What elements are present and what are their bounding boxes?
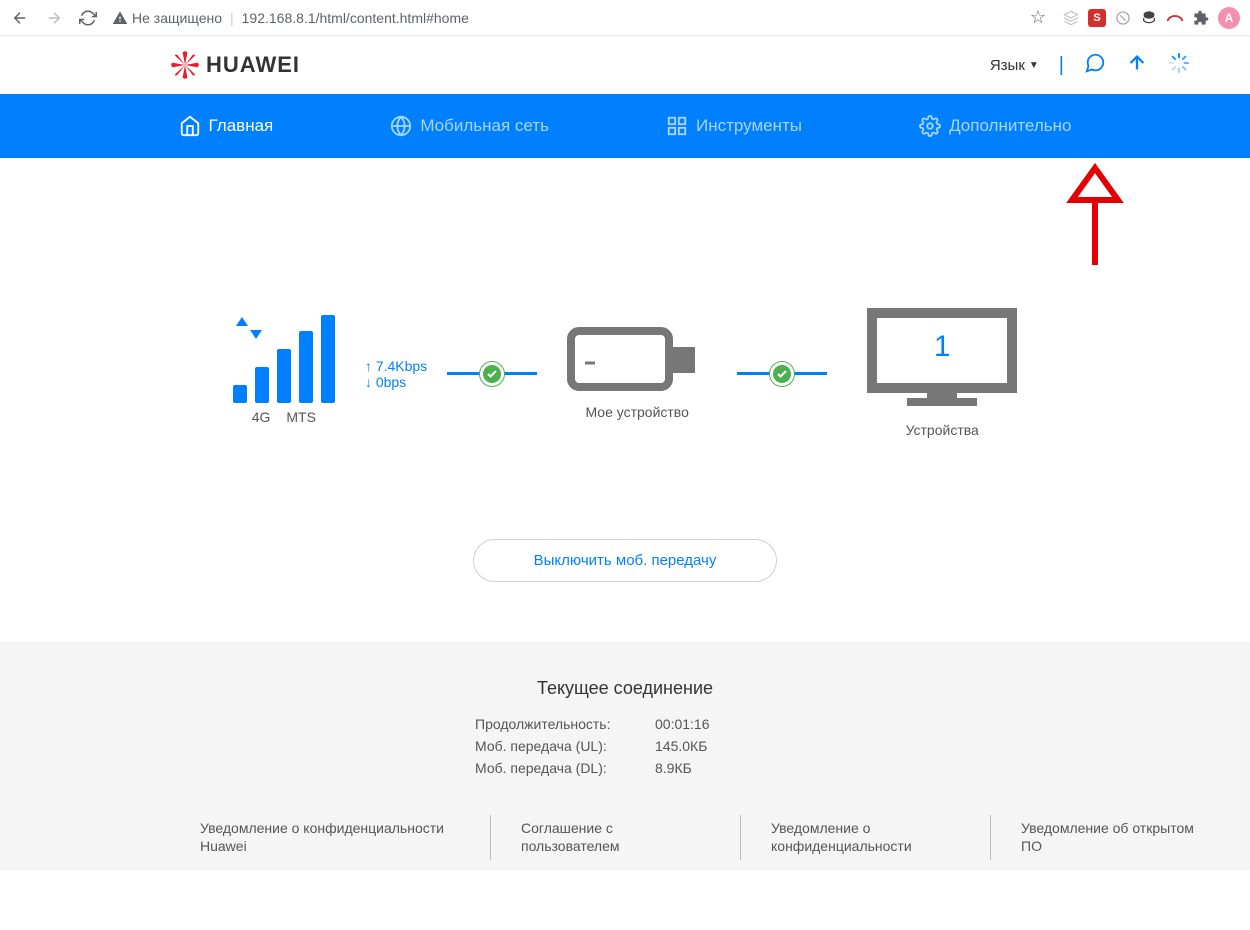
dl-label: Моб. передача (DL): [475,760,655,776]
router-icon [567,327,707,397]
device-count: 1 [867,330,1017,364]
brand-logo: HUAWEI [170,50,300,80]
footer-privacy[interactable]: Уведомление о конфиденциальности Huawei [200,815,490,859]
dl-value: 8.9КБ [655,760,692,776]
connection-title: Текущее соединение [537,678,713,699]
download-arrow-icon: ↓ [365,374,372,390]
loading-icon [1168,52,1190,79]
footer-opensource[interactable]: Уведомление об открытом ПО [990,815,1240,859]
footer: Уведомление о конфиденциальности Huawei … [0,805,1250,869]
gear-icon [919,115,941,137]
chat-icon[interactable] [1084,52,1106,79]
browser-chrome: Не защищено | 192.168.8.1/html/content.h… [0,0,1250,36]
check-icon [770,362,794,386]
update-icon[interactable] [1126,52,1148,79]
nav-mobile-label: Мобильная сеть [420,116,549,136]
not-secure-warning: Не защищено [112,10,222,26]
brand-name: HUAWEI [206,52,300,78]
ext-icon-1[interactable] [1062,9,1080,27]
ext-icon-4[interactable] [1140,9,1158,27]
upload-arrow-icon: ↑ [365,358,372,374]
url-text: 192.168.8.1/html/content.html#home [242,10,469,26]
nav-advanced[interactable]: Дополнительно [919,115,1071,137]
star-icon[interactable]: ☆ [1028,8,1048,28]
dashboard: 4G MTS ↑7.4Kbps ↓0bps Мое устройство [0,158,1250,642]
forward-icon[interactable] [44,8,64,28]
separator: | [1059,54,1064,77]
devices-label: Устройства [906,421,979,439]
network-type: 4G [252,409,271,425]
signal-block: 4G MTS [233,323,335,425]
ext-icon-2[interactable]: S [1088,9,1106,27]
ext-icon-5[interactable] [1166,9,1184,27]
device-label: Мое устройство [585,403,688,421]
nav-advanced-label: Дополнительно [949,116,1071,136]
url-bar[interactable]: Не защищено | 192.168.8.1/html/content.h… [112,10,1014,26]
download-speed: 0bps [376,374,406,390]
grid-icon [666,115,688,137]
devices-block[interactable]: 1 Устройства [867,308,1017,439]
app-header: HUAWEI Язык ▼ | [0,36,1250,94]
connection-line-1 [447,372,537,375]
ext-icon-3[interactable] [1114,9,1132,27]
nav-tools[interactable]: Инструменты [666,115,802,137]
huawei-logo-icon [170,50,200,80]
nav-home-label: Главная [209,116,274,136]
check-icon [480,362,504,386]
operator-name: MTS [286,409,316,425]
upload-speed: 7.4Kbps [376,358,427,374]
home-icon [179,115,201,137]
back-icon[interactable] [10,8,30,28]
toggle-mobile-data-button[interactable]: Выключить моб. передачу [473,539,778,582]
language-selector[interactable]: Язык ▼ [990,57,1039,74]
connection-line-2 [737,372,827,375]
nav-tools-label: Инструменты [696,116,802,136]
footer-agreement[interactable]: Соглашение с пользователем [490,815,740,859]
ul-label: Моб. передача (UL): [475,738,655,754]
nav-home[interactable]: Главная [179,115,274,137]
duration-value: 00:01:16 [655,716,710,732]
device-block[interactable]: Мое устройство [567,327,707,421]
main-nav: Главная Мобильная сеть Инструменты Допол… [0,94,1250,158]
signal-activity-icon [236,317,262,344]
globe-icon [390,115,412,137]
nav-mobile[interactable]: Мобильная сеть [390,115,549,137]
extensions-tray: S A [1062,7,1240,29]
duration-label: Продолжительность: [475,716,655,732]
speed-block: ↑7.4Kbps ↓0bps [365,358,427,390]
profile-avatar[interactable]: A [1218,7,1240,29]
reload-icon[interactable] [78,8,98,28]
ul-value: 145.0КБ [655,738,707,754]
connection-info: Текущее соединение Продолжительность: 00… [0,642,1250,805]
extensions-icon[interactable] [1192,9,1210,27]
footer-confidentiality[interactable]: Уведомление о конфиденциальности [740,815,990,859]
